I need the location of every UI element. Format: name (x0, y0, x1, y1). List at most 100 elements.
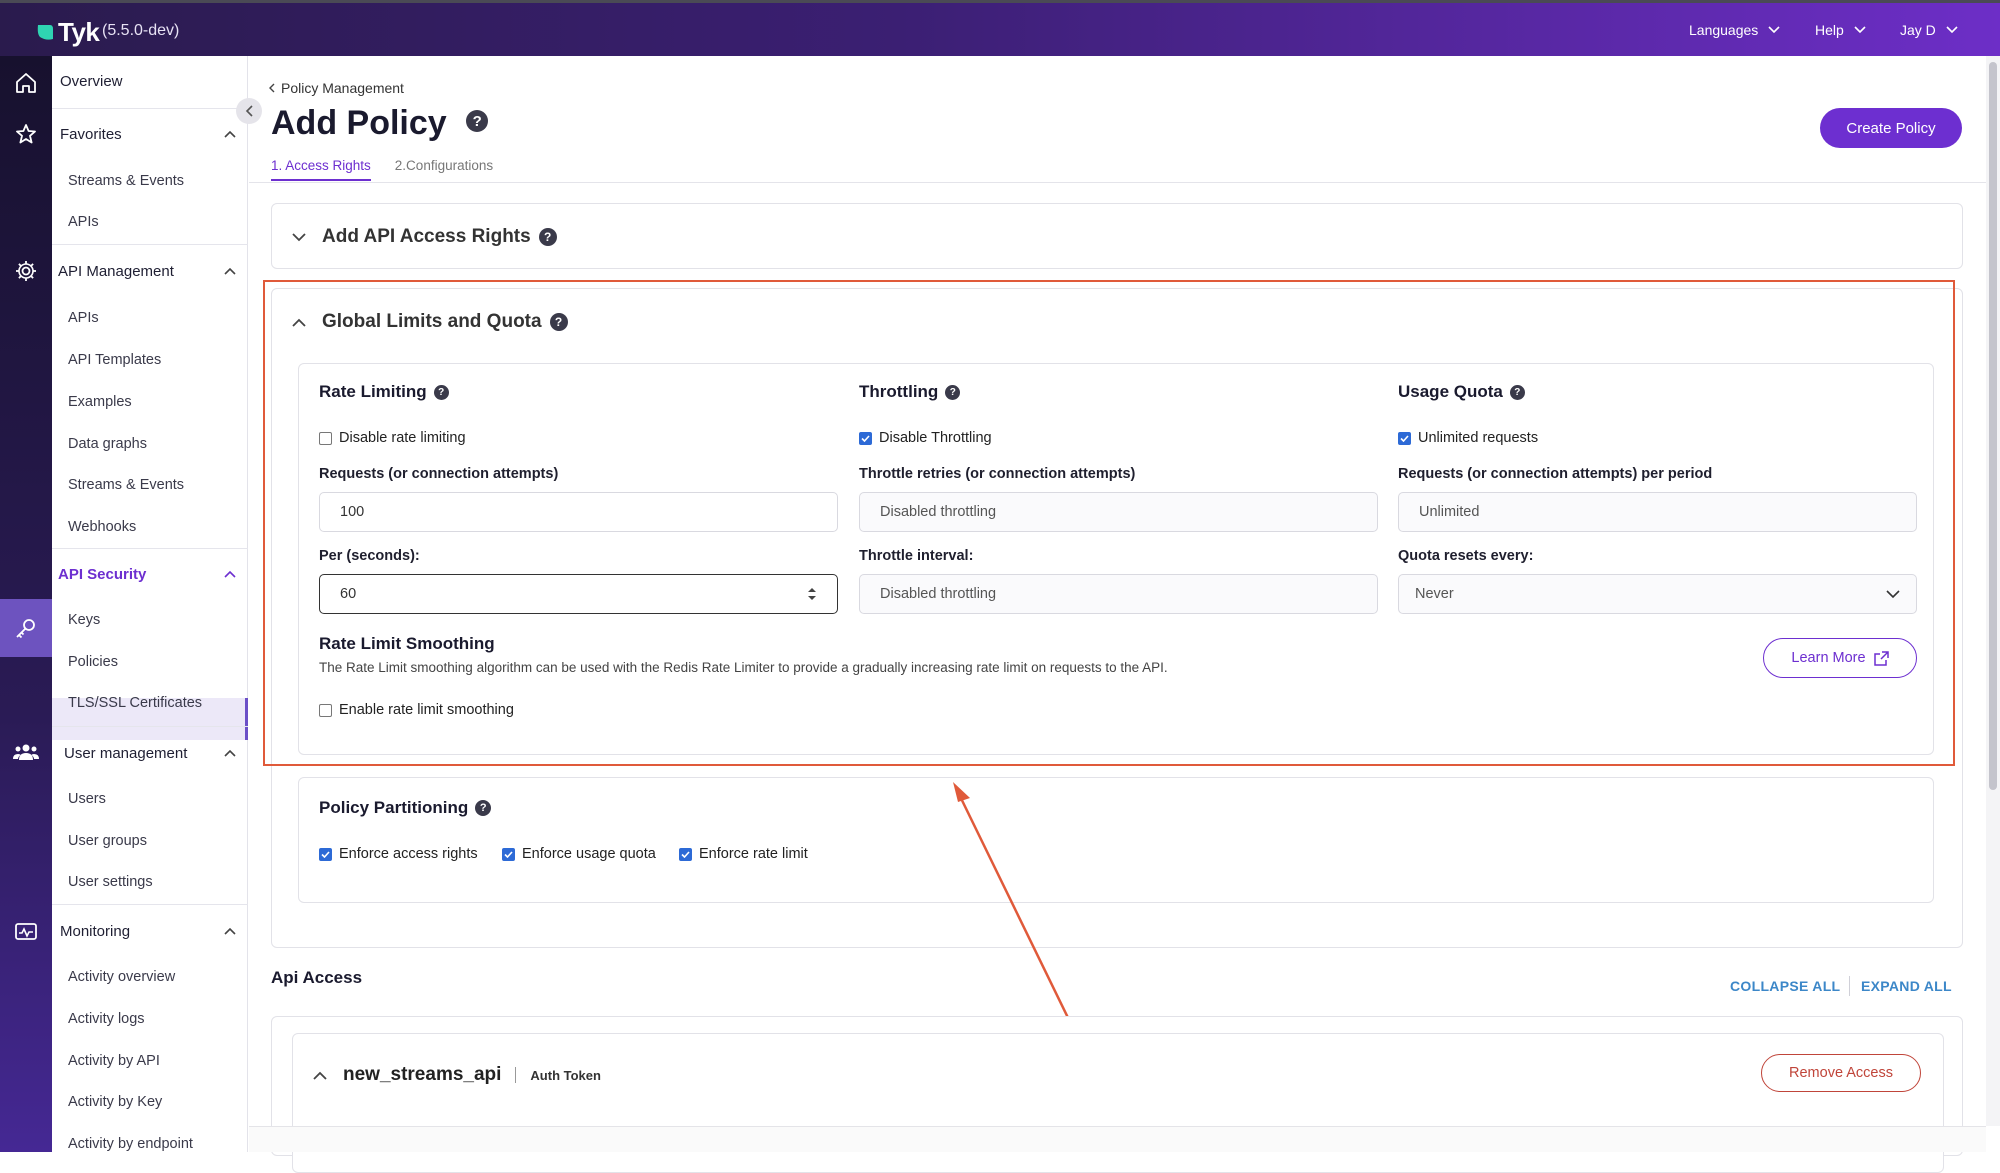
sidebar-divider (52, 108, 248, 109)
api-management-gear-icon[interactable] (8, 253, 44, 289)
collapse-all-link[interactable]: COLLAPSE ALL (1730, 978, 1840, 994)
api-name: new_streams_api (343, 1064, 502, 1085)
chevron-down-icon (292, 232, 306, 241)
sidebar: Overview Favorites Streams & Events APIs… (52, 56, 248, 1152)
chevron-up-icon (224, 267, 236, 275)
sidebar-section-user-management[interactable]: User management (64, 745, 248, 762)
sidebar-item-user-settings[interactable]: User settings (68, 874, 248, 890)
users-icon[interactable] (8, 734, 44, 770)
policy-partitioning-card: Policy Partitioning ? Enforce access rig… (298, 777, 1934, 903)
sidebar-section-monitoring[interactable]: Monitoring (60, 923, 248, 940)
home-icon[interactable] (8, 65, 44, 101)
page-title-row: Add Policy ? (271, 104, 489, 143)
enforce-rate-limit-label: Enforce rate limit (699, 846, 808, 862)
tyk-logo[interactable]: Tyk (36, 17, 100, 48)
bottom-bar (249, 1126, 1986, 1152)
policy-tabs: 1. Access Rights 2.Configurations (271, 158, 493, 181)
tyk-logo-icon (37, 24, 53, 40)
expand-all-link[interactable]: EXPAND ALL (1861, 978, 1952, 994)
user-name: Jay D (1900, 22, 1936, 38)
sidebar-item-users[interactable]: Users (68, 791, 248, 807)
enforce-access-rights-checkbox[interactable] (319, 847, 332, 861)
chevron-left-icon (269, 83, 275, 93)
sidebar-section-label: API Security (58, 566, 147, 583)
sidebar-item-policies[interactable]: Policies (68, 654, 248, 670)
breadcrumb-link[interactable]: Policy Management (281, 80, 404, 96)
sidebar-item-user-groups[interactable]: User groups (68, 833, 248, 849)
sidebar-item-activity-by-endpoint[interactable]: Activity by endpoint (68, 1136, 248, 1152)
user-menu[interactable]: Jay D (1900, 22, 1958, 38)
sidebar-item-tls-certificates[interactable]: TLS/SSL Certificates (68, 695, 248, 711)
sidebar-section-api-security[interactable]: API Security (58, 566, 248, 583)
sidebar-divider (52, 726, 248, 727)
icon-rail (0, 56, 52, 1152)
brand-name: Tyk (58, 17, 100, 47)
sidebar-item-overview[interactable]: Overview (60, 73, 256, 90)
sidebar-item-webhooks[interactable]: Webhooks (68, 519, 248, 535)
sidebar-item-api-templates[interactable]: API Templates (68, 352, 248, 368)
enforce-access-rights-label: Enforce access rights (339, 846, 478, 862)
enforce-usage-quota-option[interactable]: Enforce usage quota (502, 846, 656, 862)
access-rights-title: Add API Access Rights (322, 226, 531, 247)
sidebar-item-apis[interactable]: APIs (68, 310, 248, 326)
tab-configurations[interactable]: 2.Configurations (395, 158, 493, 181)
enforce-rate-limit-option[interactable]: Enforce rate limit (679, 846, 808, 862)
chevron-up-icon (224, 927, 236, 935)
chevron-up-icon (224, 130, 236, 138)
policy-partitioning-label: Policy Partitioning (319, 798, 469, 817)
enforce-access-rights-option[interactable]: Enforce access rights (319, 846, 478, 862)
main-content: Policy Management Add Policy ? Create Po… (249, 56, 1986, 1173)
sidebar-section-api-management[interactable]: API Management (58, 263, 248, 280)
access-rights-header[interactable]: Add API Access Rights ? (292, 226, 557, 248)
languages-menu[interactable]: Languages (1689, 22, 1780, 38)
remove-access-button[interactable]: Remove Access (1761, 1054, 1921, 1092)
sidebar-section-label: User management (64, 745, 188, 762)
enforce-rate-limit-checkbox[interactable] (679, 847, 692, 861)
api-item-header[interactable]: new_streams_api Auth Token (313, 1064, 601, 1086)
help-icon[interactable]: ? (466, 110, 489, 133)
sidebar-item-activity-by-key[interactable]: Activity by Key (68, 1094, 248, 1110)
sidebar-divider (52, 244, 248, 245)
chevron-down-icon (1946, 26, 1958, 34)
check-icon (504, 850, 513, 858)
version-label: (5.5.0-dev) (102, 22, 180, 39)
api-access-title: Api Access (271, 968, 363, 987)
tabs-divider (249, 182, 1986, 183)
sidebar-item-activity-overview[interactable]: Activity overview (68, 969, 248, 985)
sidebar-item-activity-by-api[interactable]: Activity by API (68, 1053, 248, 1069)
enforce-usage-quota-label: Enforce usage quota (522, 846, 656, 862)
sidebar-item-activity-logs[interactable]: Activity logs (68, 1011, 248, 1027)
help-icon[interactable]: ? (538, 228, 557, 246)
monitoring-icon[interactable] (8, 914, 44, 950)
sidebar-item-favorites-streams[interactable]: Streams & Events (68, 173, 248, 189)
help-menu[interactable]: Help (1815, 22, 1866, 38)
vertical-scrollbar-thumb[interactable] (1989, 62, 1997, 790)
chevron-up-icon (224, 570, 236, 578)
sidebar-item-favorites-apis[interactable]: APIs (68, 214, 248, 230)
sidebar-item-data-graphs[interactable]: Data graphs (68, 436, 248, 452)
key-icon[interactable] (8, 610, 44, 646)
star-icon[interactable] (8, 116, 44, 152)
breadcrumb[interactable]: Policy Management (269, 80, 404, 96)
chevron-up-icon (224, 749, 236, 757)
sidebar-item-streams-events[interactable]: Streams & Events (68, 477, 248, 493)
auth-type-label: Auth Token (530, 1067, 601, 1083)
sidebar-item-examples[interactable]: Examples (68, 394, 248, 410)
sidebar-divider (52, 548, 248, 549)
check-icon (681, 850, 690, 858)
annotation-arrow-icon (953, 782, 1074, 1027)
sidebar-section-label: Favorites (60, 126, 122, 143)
chevron-down-icon (1768, 26, 1780, 34)
sidebar-item-keys[interactable]: Keys (68, 612, 248, 628)
divider (515, 1067, 517, 1083)
tab-access-rights[interactable]: 1. Access Rights (271, 158, 371, 181)
help-icon[interactable]: ? (475, 800, 492, 816)
top-bar: Tyk (5.5.0-dev) Languages Help Jay D (0, 0, 2000, 56)
enforce-usage-quota-checkbox[interactable] (502, 847, 515, 861)
sidebar-section-label: Monitoring (60, 923, 131, 940)
help-label: Help (1815, 22, 1844, 38)
sidebar-section-label: API Management (58, 263, 174, 280)
sidebar-section-favorites[interactable]: Favorites (60, 126, 248, 143)
chevron-up-icon (313, 1071, 327, 1080)
create-policy-button[interactable]: Create Policy (1820, 108, 1962, 148)
